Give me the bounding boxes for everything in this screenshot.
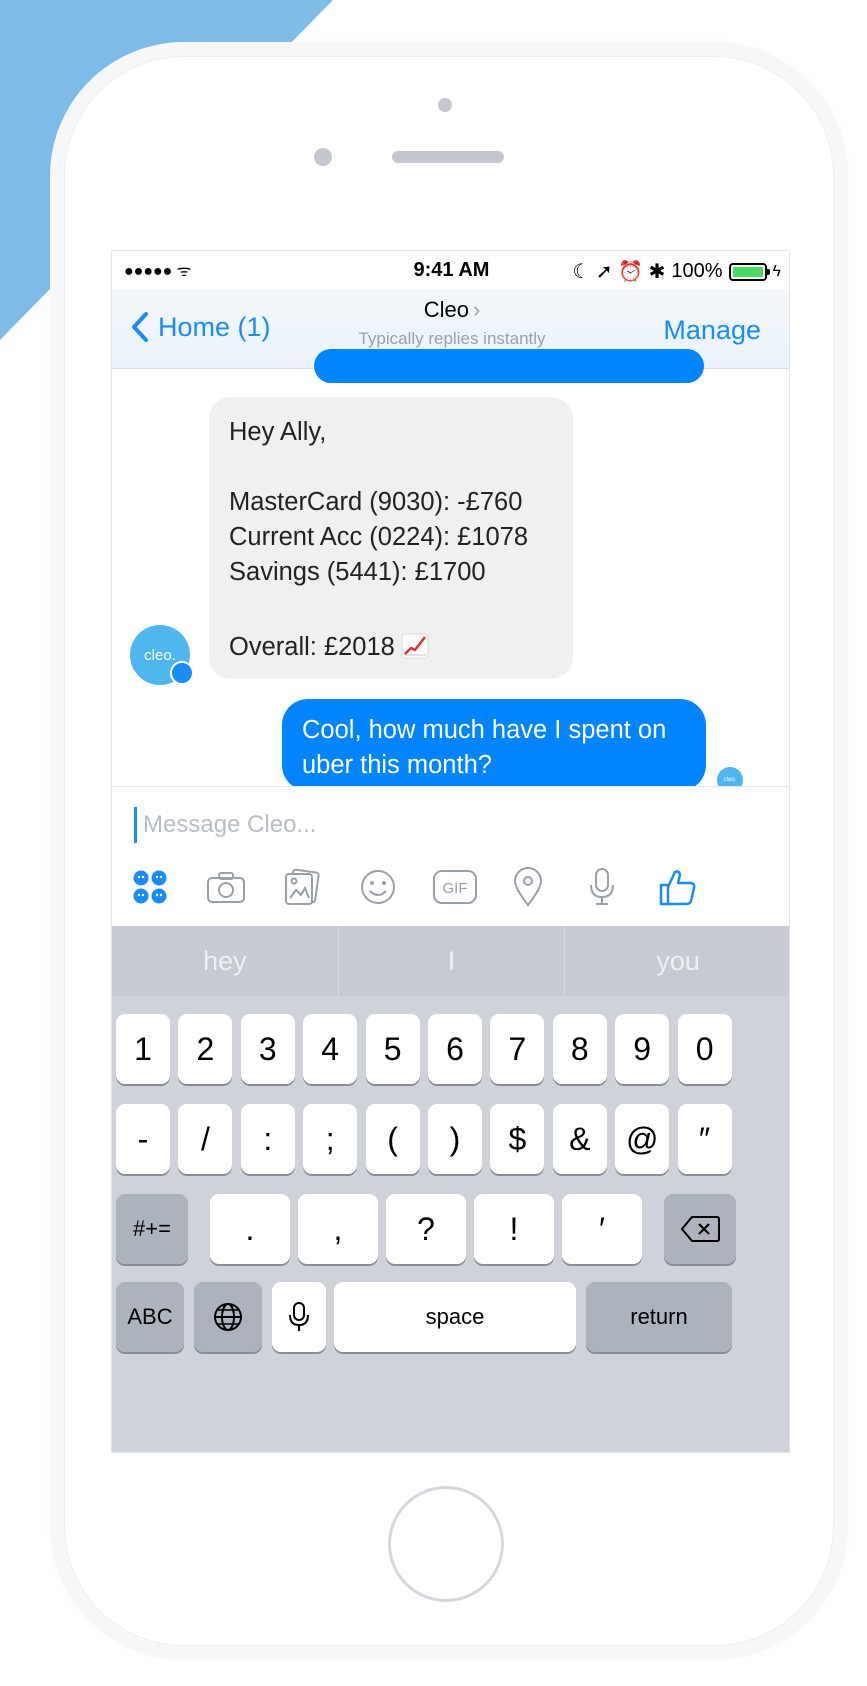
globe-icon: [214, 1303, 242, 1331]
key-3[interactable]: 3: [240, 1014, 295, 1084]
bot-message-bubble: Hey Ally, MasterCard (9030): -£760 Curre…: [209, 397, 573, 679]
nav-title: Cleo ›: [292, 297, 612, 323]
suggestion-2[interactable]: I: [339, 926, 566, 996]
chevron-left-icon: [132, 312, 148, 342]
symbols-key[interactable]: #+=: [116, 1194, 188, 1264]
key-punct-1[interactable]: ,: [298, 1194, 378, 1264]
keyboard: hey I you 1 -2 /3:4; 5 (6) 7 $8 & 9 @0 ″ #+=.,?! ′ AB…: [112, 926, 789, 1452]
key-0[interactable]: 0: [677, 1014, 732, 1084]
key-9[interactable]: 9: [615, 1014, 670, 1084]
previous-user-bubble: [314, 349, 704, 383]
status-right: ☾ ➚ ⏰ ✱ 100% ϟ: [572, 259, 781, 284]
battery-icon: [728, 262, 770, 281]
front-camera: [438, 98, 452, 112]
key-punct-4[interactable]: ′: [562, 1194, 642, 1264]
home-button[interactable]: [388, 1486, 504, 1602]
message-input[interactable]: [134, 807, 754, 843]
volume-up-button: [56, 400, 64, 510]
key-6[interactable]: 6: [428, 1014, 482, 1084]
space-key[interactable]: space: [334, 1282, 576, 1352]
location-icon[interactable]: [508, 867, 548, 907]
key-symbol-8[interactable]: @: [615, 1104, 670, 1174]
microphone-icon[interactable]: [582, 867, 622, 907]
manage-button[interactable]: Manage: [663, 315, 761, 346]
messenger-badge-icon: [170, 661, 194, 685]
nav-title-group[interactable]: Cleo › Typically replies instantly: [292, 297, 612, 349]
key-symbol-5[interactable]: ): [428, 1104, 482, 1174]
camera-icon[interactable]: [206, 867, 246, 907]
key-symbol-0[interactable]: -: [116, 1104, 170, 1174]
bot-line-mastercard: MasterCard (9030): -£760: [229, 488, 523, 516]
earpiece-speaker: [392, 151, 504, 163]
chart-increasing-icon: [401, 633, 429, 659]
key-punct-0[interactable]: .: [210, 1194, 290, 1264]
mute-switch: [56, 260, 64, 310]
volume-down-button: [56, 530, 64, 640]
microphone-icon: [289, 1302, 309, 1331]
key-symbol-4[interactable]: (: [365, 1104, 420, 1174]
key-punct-2[interactable]: ?: [386, 1194, 466, 1264]
bot-line-greeting: Hey Ally,: [229, 418, 327, 446]
status-icons: ☾ ➚ ⏰ ✱: [572, 261, 666, 283]
key-8[interactable]: 8: [552, 1014, 607, 1084]
chevron-right-icon: ›: [472, 297, 481, 322]
delete-key[interactable]: [664, 1194, 736, 1264]
key-2[interactable]: 2: [178, 1014, 233, 1084]
key-symbol-9[interactable]: ″: [677, 1104, 732, 1174]
dictation-key[interactable]: [272, 1282, 326, 1352]
key-symbol-7[interactable]: &: [552, 1104, 607, 1174]
globe-key[interactable]: [194, 1282, 262, 1352]
charging-icon: ϟ: [772, 262, 781, 280]
suggestion-bar: hey I you: [112, 926, 789, 996]
phone-screen: ●●●●● ᯤ 9:41 AM ☾ ➚ ⏰ ✱ 100% ϟ Home (1) …: [111, 250, 790, 1453]
abc-key[interactable]: ABC: [116, 1282, 184, 1352]
composer-toolbar: GIF: [112, 859, 789, 915]
proximity-sensor: [314, 148, 332, 166]
battery-percent: 100%: [671, 260, 723, 282]
key-symbol-1[interactable]: /: [178, 1104, 233, 1174]
key-4[interactable]: 4: [303, 1014, 358, 1084]
bot-line-overall: Overall: £2018: [229, 633, 395, 661]
suggestion-1[interactable]: hey: [112, 926, 339, 996]
bot-line-overall-row: Overall: £2018: [229, 630, 553, 665]
back-label: Home (1): [158, 311, 271, 342]
key-7[interactable]: 7: [490, 1014, 545, 1084]
key-symbol-2[interactable]: :: [240, 1104, 295, 1174]
contact-name: Cleo: [423, 297, 469, 322]
emoji-icon[interactable]: [358, 867, 398, 907]
status-bar: ●●●●● ᯤ 9:41 AM ☾ ➚ ⏰ ✱ 100% ϟ: [112, 251, 789, 289]
gif-label: GIF: [443, 880, 468, 897]
composer: GIF: [112, 786, 789, 926]
key-1[interactable]: 1: [116, 1014, 170, 1084]
key-symbol-3[interactable]: ;: [303, 1104, 358, 1174]
nav-subtitle: Typically replies instantly: [358, 329, 546, 348]
key-punct-3[interactable]: !: [474, 1194, 554, 1264]
apps-icon[interactable]: [130, 867, 170, 907]
user-message-bubble: Cool, how much have I spent on uber this…: [282, 699, 706, 791]
like-icon[interactable]: [658, 867, 698, 907]
suggestion-3[interactable]: you: [565, 926, 789, 996]
photo-icon[interactable]: [282, 867, 322, 907]
return-key[interactable]: return: [586, 1282, 732, 1352]
backspace-icon: [680, 1216, 720, 1242]
key-symbol-6[interactable]: $: [490, 1104, 545, 1174]
key-5[interactable]: 5: [365, 1014, 420, 1084]
bot-line-savings: Savings (5441): £1700: [229, 558, 486, 586]
back-button[interactable]: Home (1): [130, 311, 271, 343]
gif-icon[interactable]: GIF: [432, 867, 478, 907]
bot-line-current: Current Acc (0224): £1078: [229, 523, 529, 551]
